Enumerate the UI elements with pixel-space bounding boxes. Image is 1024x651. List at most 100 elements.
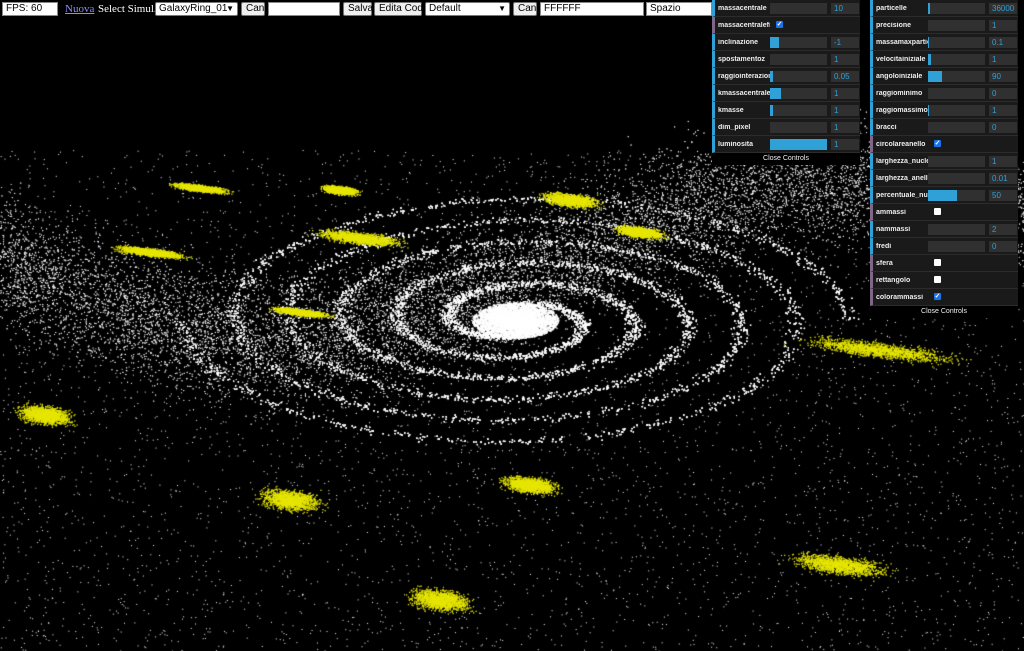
spazio-input[interactable]: Spazio [646,2,712,16]
preset-select[interactable]: Default ▼ [425,2,510,16]
control-row-larghezza-anello[interactable]: larghezza_anello 0.01 [870,170,1018,187]
control-row-nammassi[interactable]: nammassi 2 [870,221,1018,238]
number-input[interactable]: 1 [989,20,1017,31]
simulation-select[interactable]: GalaxyRing_01 ▼ [155,2,238,16]
control-row-velocitainiziale[interactable]: velocitainiziale 1 [870,51,1018,68]
slider[interactable] [928,156,985,167]
number-input[interactable]: 0 [989,241,1017,252]
control-row-larghezza-nucleo[interactable]: larghezza_nucleo 1 [870,153,1018,170]
number-input[interactable]: 0 [989,122,1017,133]
number-input[interactable]: 0.1 [989,37,1017,48]
control-row-luminosita[interactable]: luminosita 1 [712,136,860,153]
control-row-kmassacentrale[interactable]: kmassacentrale 1 [712,85,860,102]
cancel-button-2[interactable]: Can [513,2,537,16]
checkbox[interactable] [934,276,941,283]
number-input[interactable]: 0.05 [831,71,859,82]
checkbox[interactable]: ✓ [776,21,783,28]
control-label: percentuale_nuc... [876,192,928,199]
number-input[interactable]: 10 [831,3,859,14]
number-input[interactable]: 1 [831,105,859,116]
control-row-spostamentoz[interactable]: spostamentoz 1 [712,51,860,68]
control-row-raggiomassimo[interactable]: raggiomassimo 1 [870,102,1018,119]
slider-fill [928,105,929,116]
number-input[interactable]: 1 [989,156,1017,167]
number-input[interactable]: 36000 [989,3,1017,14]
slider[interactable] [770,71,827,82]
control-label: spostamentoz [718,56,766,63]
slider[interactable] [928,105,985,116]
control-row-massacentrale[interactable]: massacentrale 10 [712,0,860,17]
control-label: massamaxparticl... [876,39,928,46]
number-input[interactable]: 1 [831,139,859,150]
save-button[interactable]: Salva [343,2,373,16]
control-row-colorammassi[interactable]: colorammassi ✓ [870,289,1018,306]
slider[interactable] [770,139,827,150]
checkbox[interactable]: ✓ [934,140,941,147]
slider[interactable] [770,122,827,133]
color-input[interactable]: FFFFFF [540,2,644,16]
edit-code-button[interactable]: Edita Cod. [374,2,426,16]
slider[interactable] [928,20,985,31]
control-row-percentuale-nuc[interactable]: percentuale_nuc... 50 [870,187,1018,204]
slider[interactable] [770,54,827,65]
control-row-raggiominimo[interactable]: raggiominimo 0 [870,85,1018,102]
slider[interactable] [928,54,985,65]
cancel-button-1[interactable]: Can [241,2,265,16]
number-input[interactable]: -1 [831,37,859,48]
slider-fill [770,105,773,116]
number-input[interactable]: 0 [989,88,1017,99]
checkbox[interactable]: ✓ [934,293,941,300]
control-row-precisione[interactable]: precisione 1 [870,17,1018,34]
number-input[interactable]: 0.01 [989,173,1017,184]
control-row-ammassi[interactable]: ammassi [870,204,1018,221]
select-simulation-label: Select Simul.: [98,3,160,15]
name-input[interactable] [268,2,340,16]
control-row-bracci[interactable]: bracci 0 [870,119,1018,136]
slider[interactable] [928,3,985,14]
control-label: bracci [876,124,897,131]
control-row-dim-pixel[interactable]: dim_pixel 1 [712,119,860,136]
slider[interactable] [770,88,827,99]
control-row-massamaxparticl[interactable]: massamaxparticl... 0.1 [870,34,1018,51]
slider[interactable] [928,224,985,235]
control-row-rettangolo[interactable]: rettangolo [870,272,1018,289]
slider[interactable] [770,3,827,14]
slider[interactable] [928,241,985,252]
number-input[interactable]: 1 [831,122,859,133]
control-label: luminosita [718,141,754,148]
number-input[interactable]: 2 [989,224,1017,235]
checkbox[interactable] [934,208,941,215]
control-row-particelle[interactable]: particelle 36000 [870,0,1018,17]
slider[interactable] [770,105,827,116]
checkbox[interactable] [934,259,941,266]
control-row-massacentralefi[interactable]: massacentralefi... ✓ [712,17,860,34]
slider-fill [770,71,773,82]
control-row-sfera[interactable]: sfera [870,255,1018,272]
number-input[interactable]: 1 [989,105,1017,116]
control-row-inclinazione[interactable]: inclinazione -1 [712,34,860,51]
close-controls-button[interactable]: Close Controls [870,306,1018,318]
number-input[interactable]: 50 [989,190,1017,201]
close-controls-button[interactable]: Close Controls [712,153,860,165]
control-label: colorammassi [876,294,924,301]
control-row-fredi[interactable]: fredi 0 [870,238,1018,255]
control-row-angoloiniziale[interactable]: angoloiniziale 90 [870,68,1018,85]
slider[interactable] [928,37,985,48]
slider-fill [928,54,931,65]
slider[interactable] [928,88,985,99]
slider[interactable] [928,173,985,184]
slider[interactable] [928,190,985,201]
number-input[interactable]: 1 [831,54,859,65]
slider[interactable] [928,71,985,82]
number-input[interactable]: 1 [989,54,1017,65]
slider[interactable] [770,37,827,48]
number-input[interactable]: 90 [989,71,1017,82]
slider[interactable] [928,122,985,133]
control-row-raggiointerazione[interactable]: raggiointerazione 0.05 [712,68,860,85]
nuova-link[interactable]: Nuova [65,3,94,15]
chevron-down-icon: ▼ [498,4,506,13]
number-input[interactable]: 1 [831,88,859,99]
control-row-kmasse[interactable]: kmasse 1 [712,102,860,119]
simulation-select-value: GalaxyRing_01 [159,3,228,14]
control-row-circolareanello[interactable]: circolareanello ✓ [870,136,1018,153]
